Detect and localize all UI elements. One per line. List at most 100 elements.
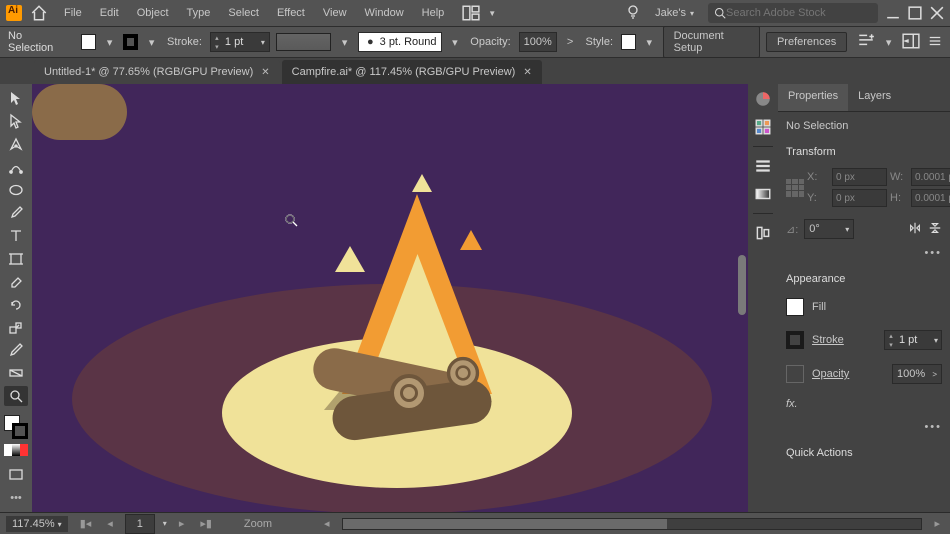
vertical-scrollbar[interactable] [738,255,746,315]
artboard-dropdown[interactable]: ▾ [163,519,167,528]
screen-mode-icon[interactable] [4,465,28,485]
workspace-switcher[interactable]: Jake's ▾ [649,5,700,21]
type-tool[interactable] [4,226,28,246]
y-input[interactable] [832,189,887,207]
artboard-tool[interactable] [4,249,28,269]
document-tab-active[interactable]: Campfire.ai* @ 117.45% (RGB/GPU Preview)… [282,60,542,84]
align-panel-icon[interactable] [754,224,772,242]
menu-view[interactable]: View [315,3,355,23]
window-minimize-icon[interactable] [886,6,900,20]
scale-tool[interactable] [4,318,28,338]
color-mode-row[interactable] [4,444,28,456]
direct-selection-tool[interactable] [4,111,28,131]
x-input[interactable] [832,168,887,186]
edit-toolbar-icon[interactable]: ••• [4,488,28,508]
scroll-left-icon[interactable]: ◂ [320,517,334,530]
brush-definition[interactable]: ● 3 pt. Round [358,32,442,52]
menu-effect[interactable]: Effect [269,3,313,23]
rotate-tool[interactable] [4,295,28,315]
selection-tool[interactable] [4,88,28,108]
eyedropper-tool[interactable] [4,340,28,360]
tab-properties[interactable]: Properties [778,84,848,111]
spark-triangle[interactable] [460,230,482,250]
stroke-swatch[interactable] [786,331,804,349]
document-tab[interactable]: Untitled-1* @ 77.65% (RGB/GPU Preview) ✕ [34,60,280,84]
search-box[interactable] [708,3,878,23]
align-dropdown[interactable]: ▾ [881,36,896,49]
fill-swatch[interactable] [786,298,804,316]
stroke-weight-input[interactable] [897,334,931,346]
scroll-right-icon[interactable]: ▸ [930,517,944,530]
window-maximize-icon[interactable] [908,6,922,20]
paintbrush-tool[interactable] [4,203,28,223]
stroke-dropdown[interactable]: ▾ [144,36,159,49]
angle-input[interactable]: 0° [809,223,820,235]
menu-window[interactable]: Window [357,3,412,23]
spark-triangle[interactable] [412,174,432,192]
swatches-panel-icon[interactable] [754,118,772,136]
menu-type[interactable]: Type [179,3,219,23]
window-close-icon[interactable] [930,6,944,20]
artboard-first-icon[interactable]: ▮◂ [76,517,96,530]
appearance-more-icon[interactable]: ••• [786,421,942,433]
log-shape[interactable] [32,84,127,140]
opacity-value[interactable]: 100% [524,36,552,48]
variable-width-profile[interactable] [276,33,331,51]
document-setup-button[interactable]: Document Setup [663,26,760,58]
artboard-next-icon[interactable]: ▸ [175,517,189,530]
menu-help[interactable]: Help [414,3,453,23]
log-endcap[interactable] [447,357,479,389]
transform-more-icon[interactable]: ••• [786,247,942,259]
eraser-tool[interactable] [4,272,28,292]
ellipse-tool[interactable] [4,180,28,200]
fx-label[interactable]: fx. [786,398,798,410]
flip-horizontal-icon[interactable] [908,221,922,238]
menu-select[interactable]: Select [220,3,267,23]
fill-swatch[interactable] [81,34,96,50]
spark-triangle[interactable] [335,246,365,272]
opacity-dropdown[interactable]: > [563,36,578,48]
fill-dropdown[interactable]: ▾ [102,36,117,49]
arrange-docs-dropdown[interactable]: ▼ [488,9,496,18]
stroke-weight-stepper[interactable]: ▴▾ ▾ [210,32,270,52]
stroke-label[interactable]: Stroke [812,334,844,346]
menu-file[interactable]: File [56,3,90,23]
reference-point-icon[interactable] [786,179,804,197]
artboard-prev-icon[interactable]: ◂ [103,517,117,530]
tab-close-icon[interactable]: ✕ [261,67,269,78]
gradient-tool[interactable] [4,363,28,383]
brush-dropdown[interactable]: ▾ [448,36,463,49]
stroke-swatch[interactable] [123,34,138,50]
style-dropdown[interactable]: ▾ [642,36,657,49]
w-input[interactable] [911,168,950,186]
stroke-weight-stepper[interactable]: ▴▾ ▾ [884,330,942,350]
artboard-number[interactable]: 1 [137,518,143,530]
panel-menu-icon[interactable] [928,34,942,51]
opacity-swatch[interactable] [786,365,804,383]
opacity-value[interactable]: 100% [897,368,925,380]
menu-edit[interactable]: Edit [92,3,127,23]
artboard-last-icon[interactable]: ▸▮ [196,517,216,530]
zoom-level[interactable]: 117.45% ▾ [6,516,68,532]
flip-vertical-icon[interactable] [928,221,942,238]
preferences-button[interactable]: Preferences [766,32,847,52]
h-input[interactable] [911,189,950,207]
curvature-tool[interactable] [4,157,28,177]
menu-object[interactable]: Object [129,3,177,23]
pen-tool[interactable] [4,134,28,154]
horizontal-scrollbar[interactable] [342,518,923,530]
fill-stroke-indicator[interactable] [4,415,28,437]
zoom-tool[interactable] [4,386,28,406]
log-endcap[interactable] [390,374,428,412]
tab-layers[interactable]: Layers [848,84,901,111]
color-panel-icon[interactable] [754,90,772,108]
panel-toggle-icon[interactable] [902,32,920,53]
arrange-docs-icon[interactable] [462,4,480,22]
canvas-viewport[interactable] [32,84,748,512]
artboard[interactable] [32,84,748,512]
lightbulb-icon[interactable] [625,4,641,23]
graphic-style-swatch[interactable] [621,34,636,50]
tab-close-icon[interactable]: ✕ [523,67,531,78]
home-icon[interactable] [30,4,48,22]
search-input[interactable] [726,7,866,19]
